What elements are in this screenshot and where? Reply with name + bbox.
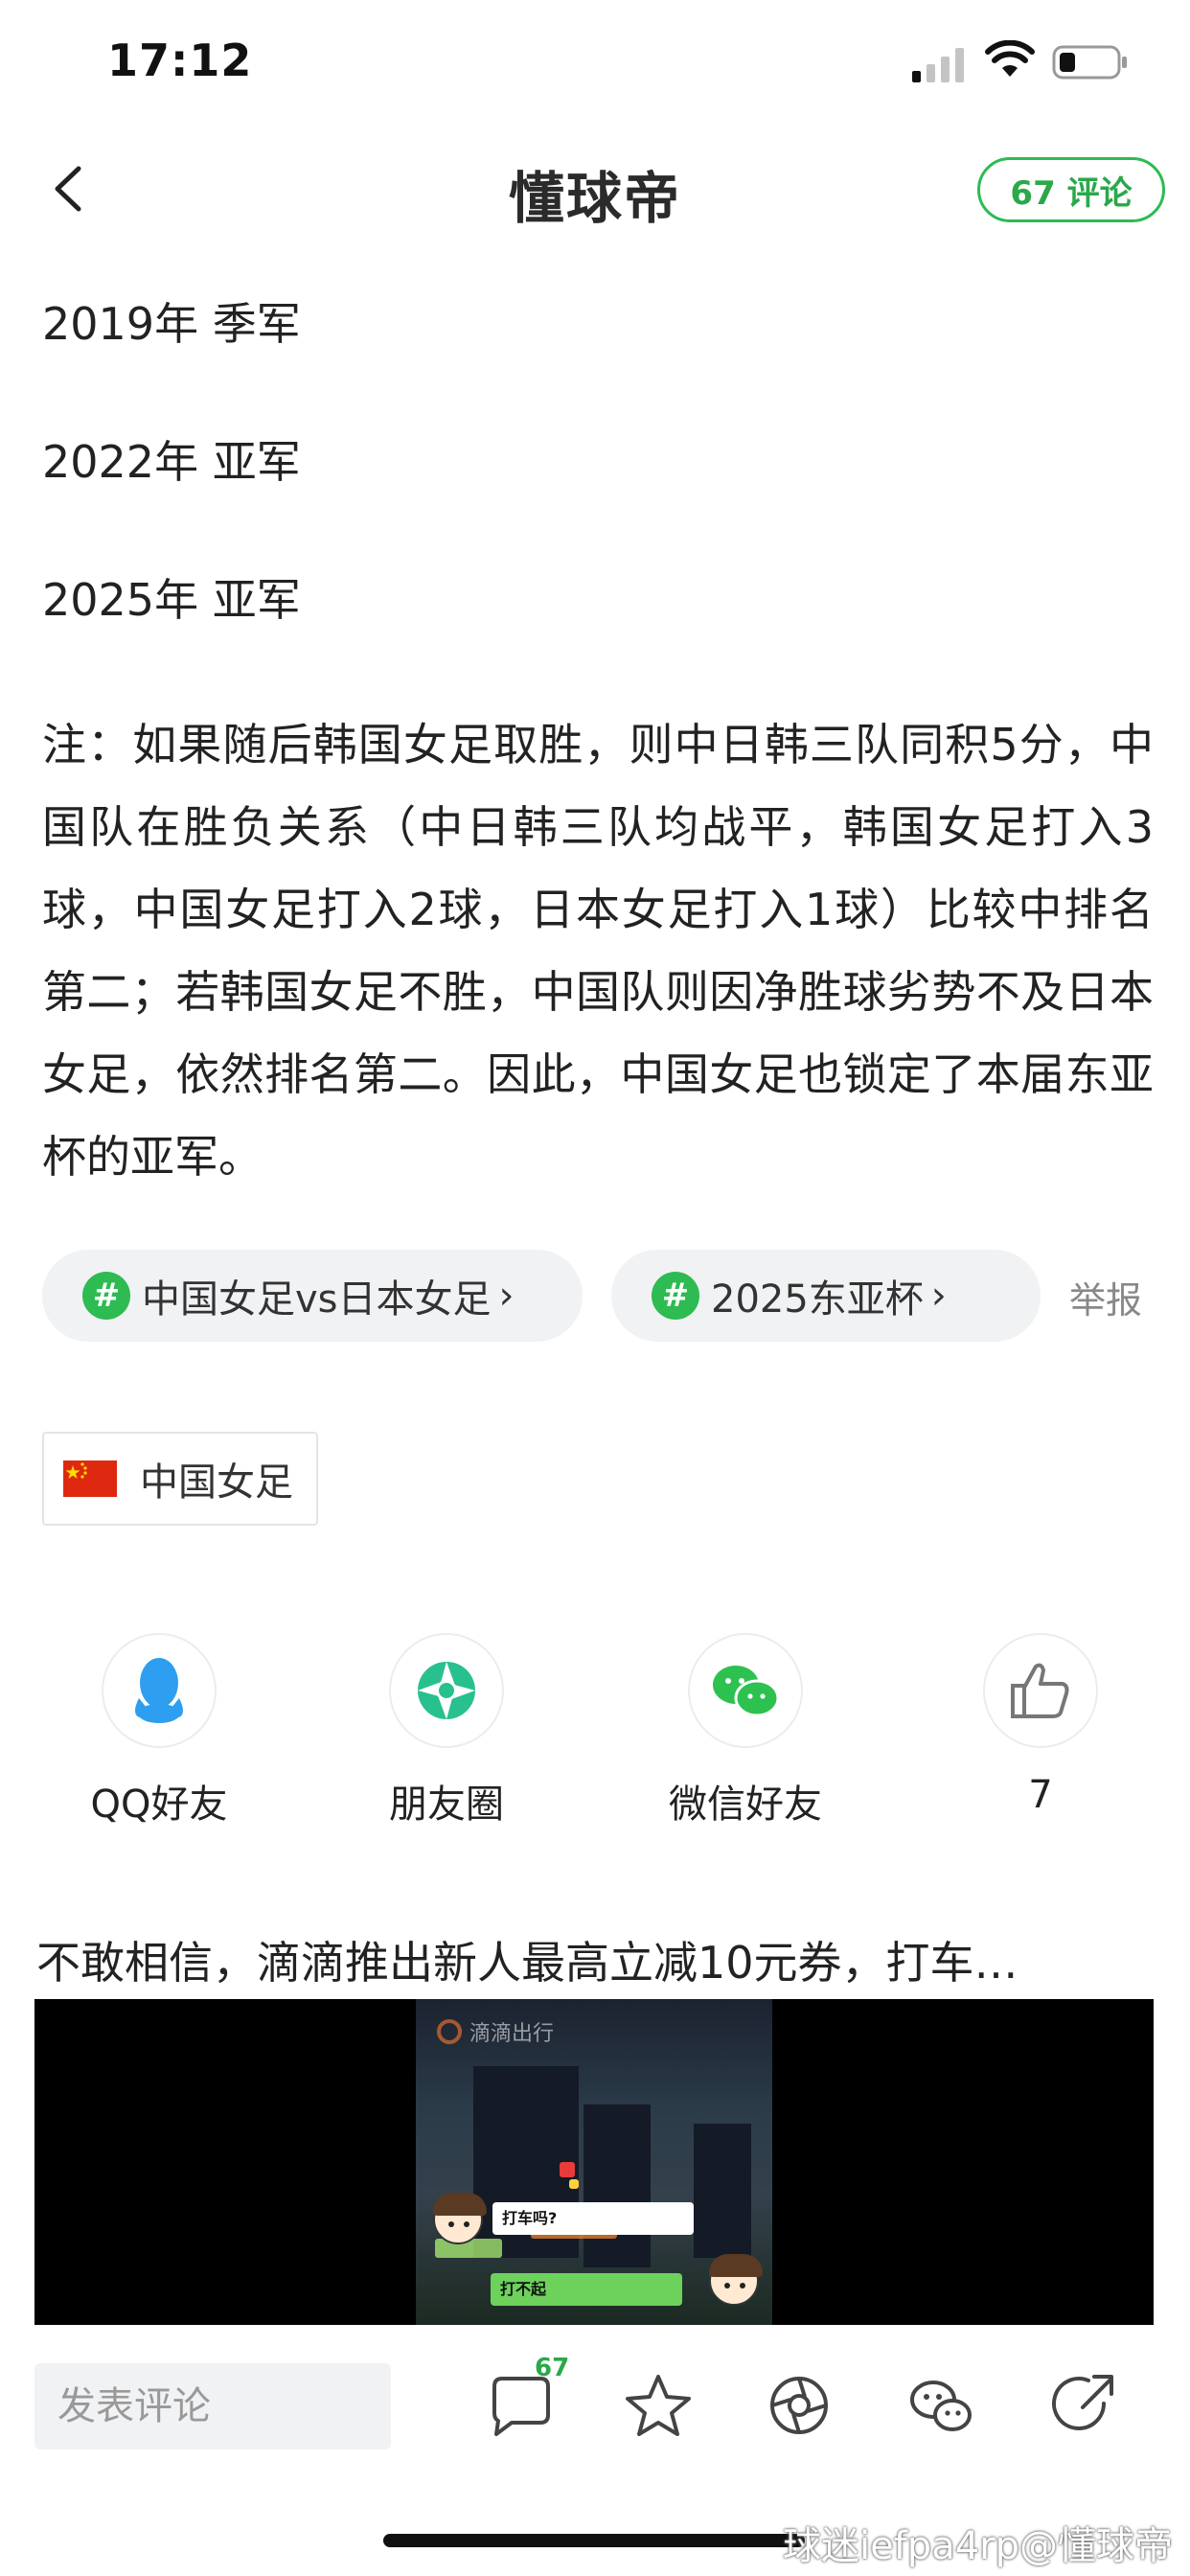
share-icon-circle	[389, 1633, 504, 1748]
share-wechat-button[interactable]: 微信好友	[640, 1633, 851, 1834]
comments-count-button[interactable]: 67 评论	[977, 157, 1165, 222]
avatar-hair	[433, 2193, 487, 2216]
share-button[interactable]	[1044, 2365, 1125, 2446]
share-wechat-toolbar-button[interactable]	[901, 2365, 981, 2446]
ad-title[interactable]: 不敢相信，滴滴推出新人最高立减10元券，打车…	[36, 1928, 1157, 1991]
article-line: 2025年 亚军	[42, 574, 301, 626]
team-tag-label: 中国女足	[140, 1460, 293, 1505]
avatar-eye	[740, 2283, 745, 2288]
comment-count-badge: 67	[535, 2354, 570, 2382]
ad-video[interactable]: 滴滴出行 打车吗? 打不起	[34, 1999, 1154, 2325]
star-icon	[626, 2375, 691, 2436]
comments-button[interactable]: 67	[481, 2354, 569, 2446]
moments-icon	[770, 2377, 828, 2434]
like-button[interactable]: 7	[935, 1633, 1146, 1834]
hashtag-icon: #	[82, 1272, 130, 1320]
share-arrow-icon	[1052, 2375, 1113, 2430]
chevron-right-icon: ›	[930, 1274, 947, 1318]
wechat-icon	[713, 1666, 780, 1717]
share-moments-button[interactable]: 朋友圈	[341, 1633, 552, 1834]
nav-bar: 懂球帝 67 评论	[0, 144, 1190, 240]
status-time: 17:12	[107, 34, 253, 86]
avatar-eye	[724, 2283, 730, 2288]
signal-icon	[912, 48, 964, 82]
favorite-button[interactable]	[618, 2365, 698, 2446]
city-light	[569, 2179, 579, 2189]
share-label: QQ好友	[90, 1782, 228, 1827]
avatar-eye	[448, 2221, 454, 2227]
battery-icon	[1052, 45, 1127, 80]
topic-chip[interactable]: # 中国女足vs日本女足 ›	[42, 1250, 583, 1342]
team-tag[interactable]: 中国女足	[42, 1432, 318, 1526]
chevron-right-icon: ›	[498, 1274, 515, 1318]
bottom-toolbar: 发表评论 67	[0, 2336, 1190, 2480]
ad-brand-label: 滴滴出行	[469, 2022, 555, 2046]
article-note: 注：如果随后韩国女足取胜，则中日韩三队同积5分，中国队在胜负关系（中日韩三队均战…	[42, 719, 1154, 1183]
share-icon-circle	[983, 1633, 1098, 1748]
share-moments-toolbar-button[interactable]	[759, 2365, 839, 2446]
wechat-icon	[910, 2380, 972, 2431]
ad-video-frame: 滴滴出行 打车吗? 打不起	[416, 1999, 772, 2325]
comment-input[interactable]: 发表评论	[34, 2363, 391, 2450]
china-flag-icon	[63, 1460, 117, 1497]
didi-logo-icon	[437, 2019, 462, 2044]
building-shape	[694, 2124, 751, 2258]
like-count: 7	[1028, 1773, 1053, 1817]
wifi-icon	[985, 40, 1035, 77]
share-icon-circle	[102, 1633, 217, 1748]
article-line: 2019年 季军	[42, 298, 301, 350]
avatar-eye	[464, 2221, 469, 2227]
ad-chat-bubble: 打不起	[491, 2273, 682, 2306]
avatar	[433, 2193, 487, 2244]
status-bar: 17:12	[0, 0, 1190, 125]
share-label: 朋友圈	[389, 1782, 504, 1827]
city-light	[560, 2162, 575, 2177]
topic-label: 中国女足vs日本女足	[142, 1277, 492, 1322]
share-qq-button[interactable]: QQ好友	[54, 1633, 264, 1834]
thumbs-up-icon	[1011, 1663, 1069, 1718]
article-line: 2022年 亚军	[42, 436, 301, 488]
share-icon-circle	[688, 1633, 803, 1748]
avatar-hair	[709, 2254, 763, 2277]
topic-tags: # 中国女足vs日本女足 › # 2025东亚杯 › 举报	[42, 1250, 1154, 1342]
ad-chat-bubble: 打车吗?	[492, 2202, 694, 2235]
qq-icon	[135, 1658, 183, 1723]
share-label: 微信好友	[669, 1782, 822, 1827]
ad-brand: 滴滴出行	[437, 2016, 554, 2047]
moments-icon	[418, 1662, 475, 1719]
watermark: 球迷iefpa4rp@懂球帝	[783, 2524, 1173, 2568]
building-shape	[584, 2104, 651, 2267]
home-indicator	[383, 2534, 805, 2547]
topic-label: 2025东亚杯	[711, 1277, 924, 1322]
avatar	[709, 2254, 763, 2306]
report-link[interactable]: 举报	[1069, 1271, 1142, 1323]
hashtag-icon: #	[652, 1272, 699, 1320]
topic-chip[interactable]: # 2025东亚杯 ›	[611, 1250, 1041, 1342]
